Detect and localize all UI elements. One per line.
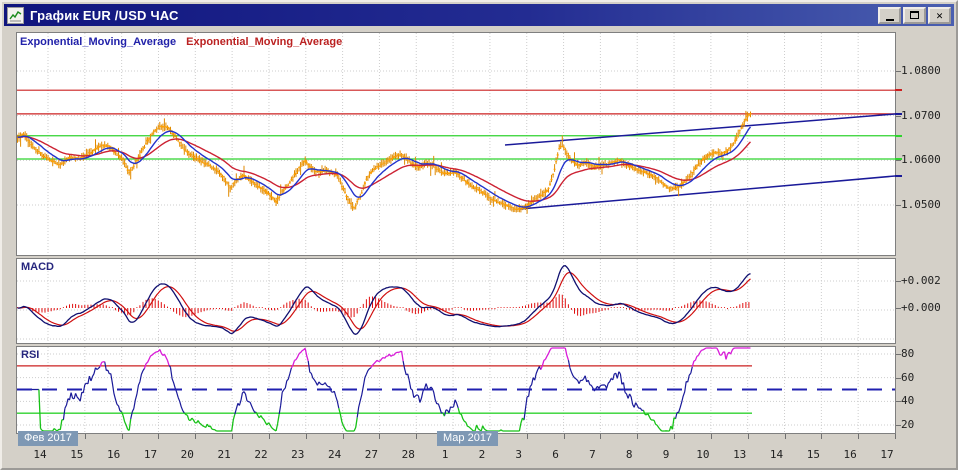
- line-end-tick: [895, 112, 902, 115]
- close-icon: ✕: [936, 8, 943, 22]
- price-axis-label: 1.0800: [901, 64, 941, 77]
- x-axis-tick: [637, 434, 639, 439]
- price-axis-label: 1.0500: [901, 198, 941, 211]
- x-axis-tick: [84, 434, 86, 439]
- x-axis-label: 9: [662, 448, 670, 461]
- price-axis-tick: [896, 160, 901, 162]
- rsi-canvas[interactable]: [17, 347, 895, 433]
- x-axis-label: 8: [625, 448, 633, 461]
- maximize-button[interactable]: [903, 6, 926, 24]
- macd-panel[interactable]: MACD: [16, 258, 896, 344]
- maximize-icon: [910, 11, 919, 19]
- rsi-axis-tick: [896, 401, 901, 403]
- x-axis-label: 10: [696, 448, 710, 461]
- macd-label: MACD: [21, 261, 54, 273]
- close-button[interactable]: ✕: [928, 6, 951, 24]
- indicator-legend: Exponential_Moving_Average Exponential_M…: [20, 36, 342, 48]
- x-axis-tick: [416, 434, 418, 439]
- x-axis-tick: [342, 434, 344, 439]
- x-axis-tick: [526, 434, 528, 439]
- rsi-axis-label: 80: [901, 347, 915, 360]
- macd-axis-tick: [896, 308, 901, 309]
- x-axis-tick: [674, 434, 676, 439]
- month-marker: Мар 2017: [437, 431, 499, 446]
- x-axis-label: 13: [733, 448, 747, 461]
- x-axis-tick: [747, 434, 749, 439]
- price-axis-label: 1.0700: [901, 108, 941, 122]
- x-axis-label: 16: [843, 448, 857, 461]
- price-chart-canvas[interactable]: [17, 33, 895, 255]
- x-axis-tick: [379, 434, 381, 439]
- chart-window: График EUR /USD ЧАС ✕ Exponential_Moving…: [0, 0, 958, 470]
- line-end-tick: [895, 157, 902, 160]
- x-axis-label: 28: [401, 448, 415, 461]
- minimize-icon: [885, 18, 894, 21]
- x-axis-label: 7: [589, 448, 596, 461]
- rsi-axis-label: 40: [901, 394, 915, 408]
- x-axis-label: 24: [327, 448, 342, 461]
- x-axis-tick: [158, 434, 160, 439]
- macd-axis-label: +0.000: [901, 301, 941, 314]
- x-axis-label: 23: [291, 448, 305, 461]
- month-marker: Фев 2017: [18, 431, 78, 446]
- macd-line: [17, 265, 751, 335]
- rsi-label: RSI: [21, 349, 40, 361]
- price-axis-tick: [896, 115, 901, 117]
- rsi-panel[interactable]: RSI: [16, 346, 896, 434]
- line-end-tick: [895, 175, 902, 177]
- x-axis-tick: [821, 434, 823, 439]
- x-axis-label: 16: [107, 448, 121, 461]
- x-axis-label: 15: [806, 448, 820, 461]
- price-axis-tick: [896, 205, 901, 206]
- x-axis-label: 2: [478, 448, 486, 461]
- x-axis-tick: [268, 434, 270, 439]
- x-axis-tick: [710, 434, 712, 439]
- title-bar[interactable]: График EUR /USD ЧАС ✕: [4, 4, 954, 26]
- x-axis-label: 1: [441, 448, 449, 461]
- x-axis-label: 17: [143, 448, 158, 461]
- x-axis-tick: [894, 434, 896, 439]
- x-axis-label: 3: [515, 448, 523, 461]
- x-axis-label: 27: [364, 448, 379, 461]
- chart-icon-glyph: [9, 10, 22, 21]
- x-axis-label: 14: [769, 448, 784, 461]
- price-axis-label: 1.0600: [901, 153, 941, 167]
- chart-icon: [7, 6, 24, 24]
- x-axis-tick: [195, 434, 197, 439]
- macd-histogram: [17, 294, 750, 318]
- x-axis-tick: [858, 434, 860, 439]
- window-title: График EUR /USD ЧАС: [30, 7, 179, 23]
- ema-fast-legend-label: Exponential_Moving_Average: [20, 36, 177, 48]
- minimize-button[interactable]: [878, 6, 901, 24]
- price-axis-tick: [896, 71, 901, 72]
- window-controls: ✕: [878, 6, 951, 24]
- x-axis-label: 6: [552, 448, 559, 461]
- x-axis-label: 20: [180, 448, 194, 461]
- rsi-axis-label: 20: [901, 418, 915, 432]
- x-axis-tick: [305, 434, 307, 439]
- x-axis-tick: [600, 434, 602, 439]
- line-end-tick: [895, 89, 902, 92]
- x-axis-label: 17: [880, 448, 894, 461]
- line-end-tick: [895, 134, 902, 137]
- ema-slow-legend-label: Exponential_Moving_Average: [186, 36, 343, 48]
- x-axis-tick: [232, 434, 234, 439]
- macd-axis-tick: [896, 281, 901, 282]
- x-axis-label: 21: [217, 448, 231, 461]
- x-axis-tick: [563, 434, 565, 439]
- trendline: [519, 175, 895, 210]
- macd-axis-label: +0.002: [901, 274, 941, 287]
- rsi-axis-tick: [896, 377, 901, 379]
- price-chart-panel[interactable]: Exponential_Moving_Average Exponential_M…: [16, 32, 896, 256]
- macd-canvas[interactable]: [17, 259, 895, 343]
- x-axis-tick: [121, 434, 123, 439]
- rsi-axis-label: 60: [901, 370, 915, 384]
- x-axis-label: 22: [254, 448, 268, 461]
- candle-bodies: [17, 113, 752, 210]
- rsi-axis-tick: [896, 354, 901, 355]
- x-axis-tick: [784, 434, 786, 439]
- x-axis-label: 14: [33, 448, 47, 461]
- rsi-axis-tick: [896, 425, 901, 427]
- x-axis-label: 15: [70, 448, 84, 461]
